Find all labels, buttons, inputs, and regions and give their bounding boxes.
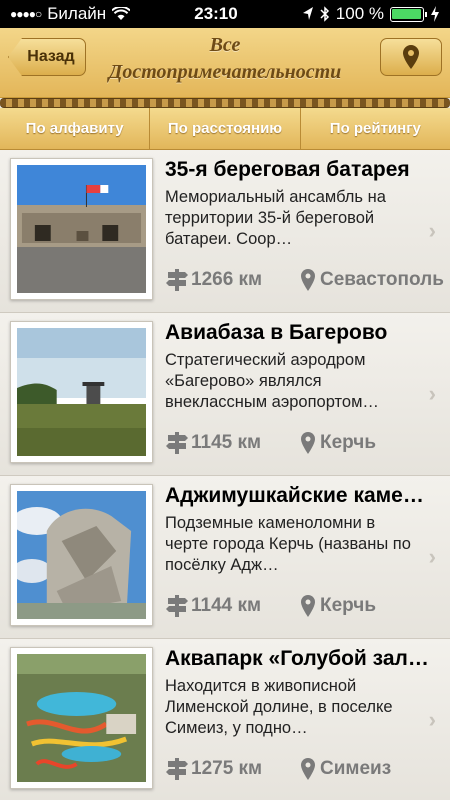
chevron-right-icon: › — [428, 544, 436, 569]
carrier-label: Билайн — [47, 4, 107, 23]
location-pin-icon — [301, 269, 315, 291]
attraction-photo — [10, 158, 153, 300]
item-city: Симеиз — [300, 757, 391, 781]
signpost-icon — [166, 758, 188, 780]
list-item[interactable]: 35-я береговая батарея Мемориальный анса… — [0, 150, 450, 313]
bluetooth-icon — [320, 6, 329, 22]
sort-rating-tab[interactable]: По рейтингу — [301, 108, 450, 149]
list-item[interactable]: Аквапарк «Голубой зал… Находится в живоп… — [0, 639, 450, 800]
distance-value: 1144 км — [191, 595, 262, 616]
attraction-photo — [10, 484, 153, 626]
navigation-bar: Назад Все Достопримечательности — [0, 28, 450, 98]
page-title: Все Достопримечательности — [95, 32, 355, 86]
item-description: Стратегический аэродром «Багерово» являл… — [165, 351, 379, 411]
item-distance: 1266 км — [165, 268, 262, 292]
item-title: Аджимушкайские каме… — [165, 484, 424, 507]
chevron-right-icon: › — [428, 381, 436, 406]
attraction-photo — [10, 321, 153, 463]
wifi-icon — [112, 7, 131, 20]
signpost-icon — [166, 432, 188, 454]
chevron-right-icon: › — [428, 218, 436, 243]
chevron-right-icon: › — [428, 707, 436, 732]
location-pin-icon — [301, 595, 315, 617]
battery-percent: 100 % — [335, 4, 384, 23]
item-city: Керчь — [300, 431, 376, 455]
item-description: Подземные каменоломни в черте города Кер… — [165, 514, 411, 574]
distance-value: 1266 км — [191, 269, 263, 290]
location-arrow-icon — [302, 7, 313, 20]
item-distance: 1275 км — [165, 757, 262, 781]
map-button[interactable] — [380, 38, 442, 76]
status-bar: ●●●●○ Билайн 23:10 100 % — [0, 0, 450, 28]
location-pin-icon — [301, 432, 315, 454]
sort-segmented-control: По алфавиту По расстоянию По рейтингу — [0, 108, 450, 150]
attractions-list: 35-я береговая батарея Мемориальный анса… — [0, 150, 450, 800]
distance-value: 1145 км — [191, 432, 262, 453]
item-description: Мемориальный ансамбль на территории 35-й… — [165, 188, 386, 248]
item-city: Севастополь — [300, 268, 444, 292]
back-button[interactable]: Назад — [8, 38, 86, 76]
item-title: Аквапарк «Голубой зал… — [165, 647, 429, 670]
list-item[interactable]: Авиабаза в Багерово Стратегический аэрод… — [0, 313, 450, 476]
distance-value: 1275 км — [191, 758, 263, 779]
location-pin-icon — [301, 758, 315, 780]
signpost-icon — [166, 595, 188, 617]
list-item[interactable]: Аджимушкайские каме… Подземные каменолом… — [0, 476, 450, 639]
sort-alphabetical-tab[interactable]: По алфавиту — [0, 108, 151, 149]
map-pin-icon — [403, 45, 419, 69]
city-value: Керчь — [320, 595, 377, 616]
item-distance: 1144 км — [165, 594, 261, 618]
item-distance: 1145 км — [165, 431, 261, 455]
item-title: Авиабаза в Багерово — [165, 321, 388, 344]
attraction-photo — [10, 647, 153, 789]
clock: 23:10 — [194, 4, 238, 23]
charging-icon — [430, 6, 439, 22]
item-description: Находится в живописной Лименской долине,… — [165, 677, 393, 737]
signpost-icon — [166, 269, 188, 291]
decorative-rope — [0, 98, 450, 108]
item-city: Керчь — [300, 594, 376, 618]
city-value: Севастополь — [320, 269, 444, 290]
page-title-line1: Все — [209, 34, 241, 56]
page-title-line2: Достопримечательности — [108, 61, 342, 83]
item-title: 35-я береговая батарея — [165, 158, 410, 181]
back-button-label: Назад — [27, 48, 75, 65]
city-value: Симеиз — [320, 758, 392, 779]
signal-icon: ●●●●○ — [10, 7, 42, 21]
city-value: Керчь — [320, 432, 377, 453]
battery-icon — [389, 6, 427, 22]
sort-distance-tab[interactable]: По расстоянию — [150, 108, 301, 149]
